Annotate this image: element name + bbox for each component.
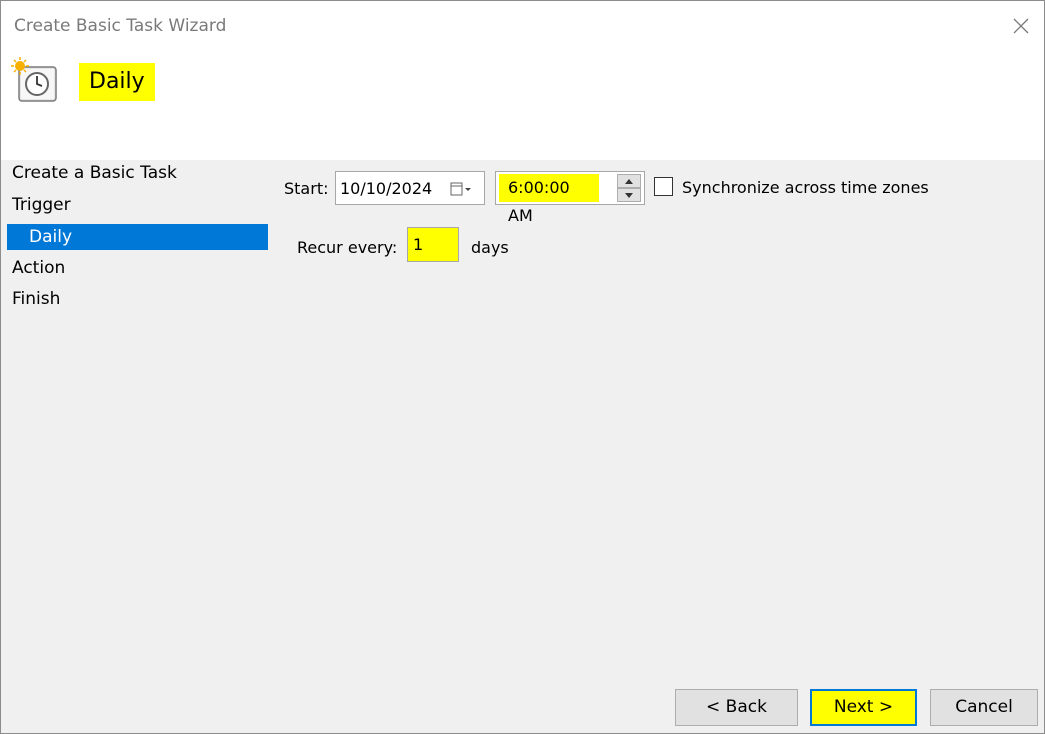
- nav-item-trigger[interactable]: Trigger: [7, 192, 268, 218]
- wizard-header: Daily: [1, 51, 1044, 160]
- nav-item-action[interactable]: Action: [7, 255, 268, 281]
- start-date-picker[interactable]: 10/10/2024: [335, 171, 485, 205]
- close-button[interactable]: [998, 1, 1044, 51]
- time-spinner: [617, 173, 642, 203]
- cancel-button[interactable]: Cancel: [930, 689, 1038, 726]
- start-time-value[interactable]: 6:00:00 AM: [499, 174, 599, 225]
- scheduled-task-clock-icon: [11, 57, 57, 102]
- calendar-dropdown-icon[interactable]: [450, 182, 472, 196]
- title-bar: Create Basic Task Wizard: [1, 1, 1044, 51]
- recur-days-input[interactable]: 1: [407, 227, 459, 262]
- wizard-body: Create a Basic Task Trigger Daily Action…: [1, 160, 1044, 733]
- arrow-down-icon: [625, 192, 633, 198]
- start-label: Start:: [284, 179, 329, 198]
- recur-label: Recur every:: [297, 238, 398, 257]
- time-down-button[interactable]: [617, 188, 641, 202]
- wizard-window: Create Basic Task Wizard Daily Create a …: [0, 0, 1045, 734]
- nav-item-daily[interactable]: Daily: [7, 224, 268, 250]
- next-button[interactable]: Next >: [810, 689, 917, 726]
- start-time-picker[interactable]: 6:00:00 AM: [495, 171, 645, 225]
- sync-timezones-checkbox[interactable]: [654, 177, 673, 196]
- nav-item-finish[interactable]: Finish: [7, 286, 268, 312]
- window-title: Create Basic Task Wizard: [14, 16, 227, 36]
- arrow-up-icon: [625, 178, 633, 184]
- back-button[interactable]: < Back: [675, 689, 798, 726]
- sync-timezones-label[interactable]: Synchronize across time zones: [682, 178, 929, 197]
- start-date-value: 10/10/2024: [340, 179, 433, 198]
- wizard-steps-nav: Create a Basic Task Trigger Daily Action…: [1, 160, 271, 360]
- nav-item-create-basic-task[interactable]: Create a Basic Task: [7, 160, 268, 186]
- time-up-button[interactable]: [617, 174, 641, 188]
- close-icon: [1013, 18, 1029, 34]
- recur-unit-label: days: [471, 238, 509, 257]
- page-title: Daily: [79, 63, 155, 101]
